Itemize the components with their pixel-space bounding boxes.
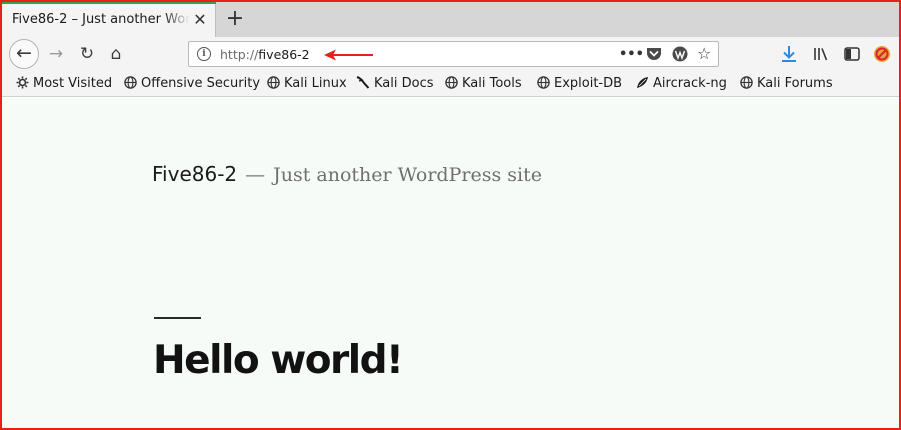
site-info-icon[interactable]: i bbox=[197, 47, 211, 61]
home-button[interactable]: ⌂ bbox=[102, 40, 130, 68]
bookmark-offensive-security[interactable]: Offensive Security bbox=[124, 76, 260, 94]
tab-close-icon[interactable]: ✕ bbox=[191, 10, 209, 30]
post-title[interactable]: Hello world! bbox=[153, 338, 404, 383]
globe-icon bbox=[124, 76, 137, 89]
bookmark-label: Aircrack-ng bbox=[653, 76, 727, 91]
bookmark-most-visited[interactable]: Most Visited bbox=[16, 76, 112, 94]
bookmark-label: Kali Linux bbox=[284, 76, 347, 91]
bookmark-kali-forums[interactable]: Kali Forums bbox=[740, 76, 833, 94]
site-tagline: Just another WordPress site bbox=[273, 164, 542, 186]
tab-active[interactable]: Five86-2 – Just another WordPress site ✕ bbox=[2, 4, 216, 37]
annotation-arrow-icon bbox=[324, 49, 373, 61]
bookmark-label: Exploit-DB bbox=[554, 76, 623, 91]
tab-strip: Five86-2 – Just another WordPress site ✕… bbox=[2, 2, 899, 37]
post-divider bbox=[154, 317, 201, 319]
url-text[interactable]: http://five86-2 bbox=[220, 47, 310, 62]
tab-title: Five86-2 – Just another WordPress site bbox=[12, 12, 190, 27]
site-title-separator: — bbox=[245, 162, 266, 186]
new-tab-button[interactable]: + bbox=[223, 5, 247, 33]
forward-button[interactable]: → bbox=[42, 40, 70, 68]
bookmark-aircrack-ng[interactable]: Aircrack-ng bbox=[636, 76, 727, 94]
bookmark-kali-docs[interactable]: Kali Docs bbox=[356, 76, 434, 94]
sidebar-toggle-icon[interactable] bbox=[844, 46, 860, 62]
globe-icon bbox=[445, 76, 458, 89]
reload-button[interactable]: ↻ bbox=[73, 40, 101, 68]
url-bar[interactable]: i http://five86-2 ••• ☆ bbox=[188, 41, 719, 67]
page-content: Five86-2 — Just another WordPress site Hel… bbox=[2, 98, 899, 428]
aircrack-icon bbox=[637, 77, 648, 88]
bookmark-kali-tools[interactable]: Kali Tools bbox=[445, 76, 522, 94]
globe-icon bbox=[267, 76, 280, 89]
noscript-icon[interactable] bbox=[873, 45, 891, 63]
site-title-link[interactable]: Five86-2 bbox=[152, 162, 237, 186]
bookmarks-toolbar: Most Visited Offensive Security Kali Lin… bbox=[2, 71, 899, 97]
globe-icon bbox=[537, 76, 550, 89]
bookmark-label: Most Visited bbox=[33, 76, 113, 91]
page-actions-menu-icon[interactable]: ••• bbox=[619, 47, 644, 62]
bookmark-exploit-db[interactable]: Exploit-DB bbox=[537, 76, 622, 94]
gear-icon bbox=[16, 76, 29, 89]
url-scheme: http:// bbox=[220, 47, 259, 62]
library-icon[interactable] bbox=[813, 46, 829, 62]
site-header: Five86-2 — Just another WordPress site bbox=[152, 162, 542, 186]
screenshot-frame: Five86-2 – Just another WordPress site ✕… bbox=[0, 0, 901, 430]
bookmark-kali-linux[interactable]: Kali Linux bbox=[267, 76, 347, 94]
url-host: five86-2 bbox=[258, 47, 310, 62]
kali-dragon-icon bbox=[356, 76, 370, 89]
bookmark-label: Kali Docs bbox=[374, 76, 434, 91]
wordpress-icon[interactable] bbox=[672, 46, 688, 62]
download-icon[interactable] bbox=[781, 45, 797, 63]
bookmark-star-icon[interactable]: ☆ bbox=[697, 44, 711, 63]
globe-icon bbox=[740, 76, 753, 89]
navigation-toolbar: ← → ↻ ⌂ i http://five86-2 ••• ☆ bbox=[2, 37, 899, 71]
bookmark-label: Offensive Security bbox=[141, 76, 261, 91]
back-button[interactable]: ← bbox=[9, 39, 39, 69]
bookmark-label: Kali Forums bbox=[757, 76, 833, 91]
bookmark-label: Kali Tools bbox=[462, 76, 522, 91]
pocket-icon[interactable] bbox=[646, 47, 662, 61]
